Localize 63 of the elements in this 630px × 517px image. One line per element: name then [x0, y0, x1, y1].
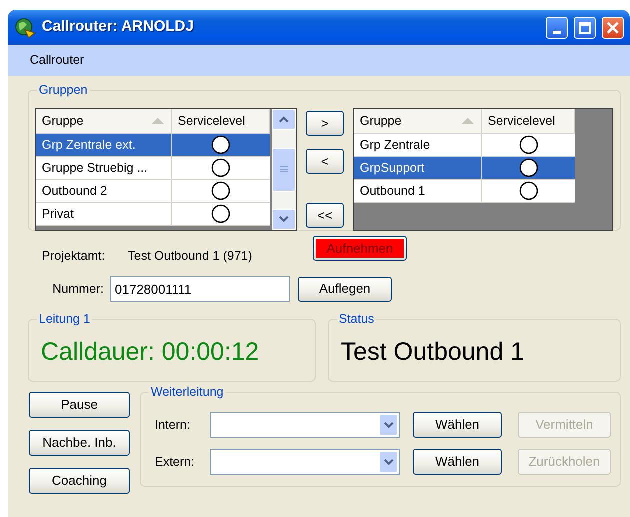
sort-icon: [461, 117, 475, 125]
caret-icon: [384, 422, 394, 428]
dropdown-field[interactable]: [210, 412, 400, 438]
group-name: GrpSupport: [354, 157, 482, 179]
column-header[interactable]: Gruppe: [36, 109, 172, 133]
column-header[interactable]: Gruppe: [354, 109, 482, 133]
group-name: Outbound 2: [36, 180, 172, 202]
column-header[interactable]: Servicelevel: [482, 109, 575, 133]
move-button[interactable]: <: [306, 149, 344, 174]
window-title: Callrouter: ARNOLDJ: [42, 17, 195, 38]
circle-icon: [211, 181, 231, 201]
action-button[interactable]: Pause: [29, 392, 130, 418]
circle-icon: [518, 158, 538, 178]
group-name: Grp Zentrale: [354, 134, 482, 156]
minimize-button[interactable]: [546, 16, 568, 38]
group-name: Grp Zentrale ext.: [36, 134, 172, 156]
move-button[interactable]: <<: [306, 203, 344, 228]
field-label: Nummer:: [52, 280, 105, 298]
close-button[interactable]: [602, 16, 624, 38]
caret-icon: [384, 458, 394, 466]
grid-row[interactable]: GrpSupport: [354, 157, 575, 180]
group-title: Leitung 1: [37, 311, 92, 327]
maximize-icon: [579, 22, 591, 34]
project-value: Test Outbound 1 (971): [128, 248, 254, 265]
group-title: Weiterleitung: [149, 384, 226, 400]
scroll-down-button[interactable]: [272, 209, 296, 230]
status-text: Test Outbound 1: [341, 337, 526, 368]
field-label: Projektamt:: [42, 248, 106, 265]
move-button[interactable]: >: [306, 111, 344, 136]
sort-icon: [151, 117, 165, 125]
choose-button[interactable]: Wählen: [413, 449, 502, 475]
dropdown-field[interactable]: [210, 449, 400, 475]
menu-item[interactable]: Callrouter: [30, 51, 84, 70]
group-name: Gruppe Struebig ...: [36, 157, 172, 179]
grid-row[interactable]: Privat: [36, 203, 270, 226]
grid-row[interactable]: Grp Zentrale ext.: [36, 134, 270, 157]
grid-row[interactable]: Gruppe Struebig ...: [36, 157, 270, 180]
group-name: Outbound 1: [354, 180, 482, 202]
grid-row[interactable]: Outbound 1: [354, 180, 575, 203]
maximize-button[interactable]: [574, 16, 596, 38]
close-icon: [607, 22, 619, 34]
hangup-button[interactable]: Auflegen: [298, 276, 392, 302]
circle-icon: [518, 135, 538, 155]
circle-icon: [211, 135, 231, 155]
field-label: Intern:: [155, 416, 192, 434]
globe-icon: [14, 16, 36, 38]
grip-icon: [280, 166, 288, 173]
arrow-down-icon: [279, 216, 289, 223]
scroll-up-button[interactable]: [272, 109, 296, 130]
action-button[interactable]: Coaching: [29, 468, 130, 494]
choose-button[interactable]: Wählen: [413, 412, 502, 438]
minimize-icon: [553, 30, 561, 34]
scrollbar-thumb[interactable]: [272, 148, 296, 192]
grid-row[interactable]: Outbound 2: [36, 180, 270, 203]
arrow-up-icon: [279, 116, 289, 123]
call-duration: Calldauer: 00:00:12: [41, 337, 260, 368]
column-header[interactable]: Servicelevel: [172, 109, 270, 133]
group-name: Privat: [36, 203, 172, 225]
circle-icon: [211, 158, 231, 178]
number-field[interactable]: 01728001111: [110, 276, 290, 302]
action-button[interactable]: Nachbe. Inb.: [29, 430, 130, 456]
field-label: Extern:: [155, 454, 196, 471]
group-title: Gruppen: [37, 82, 90, 98]
